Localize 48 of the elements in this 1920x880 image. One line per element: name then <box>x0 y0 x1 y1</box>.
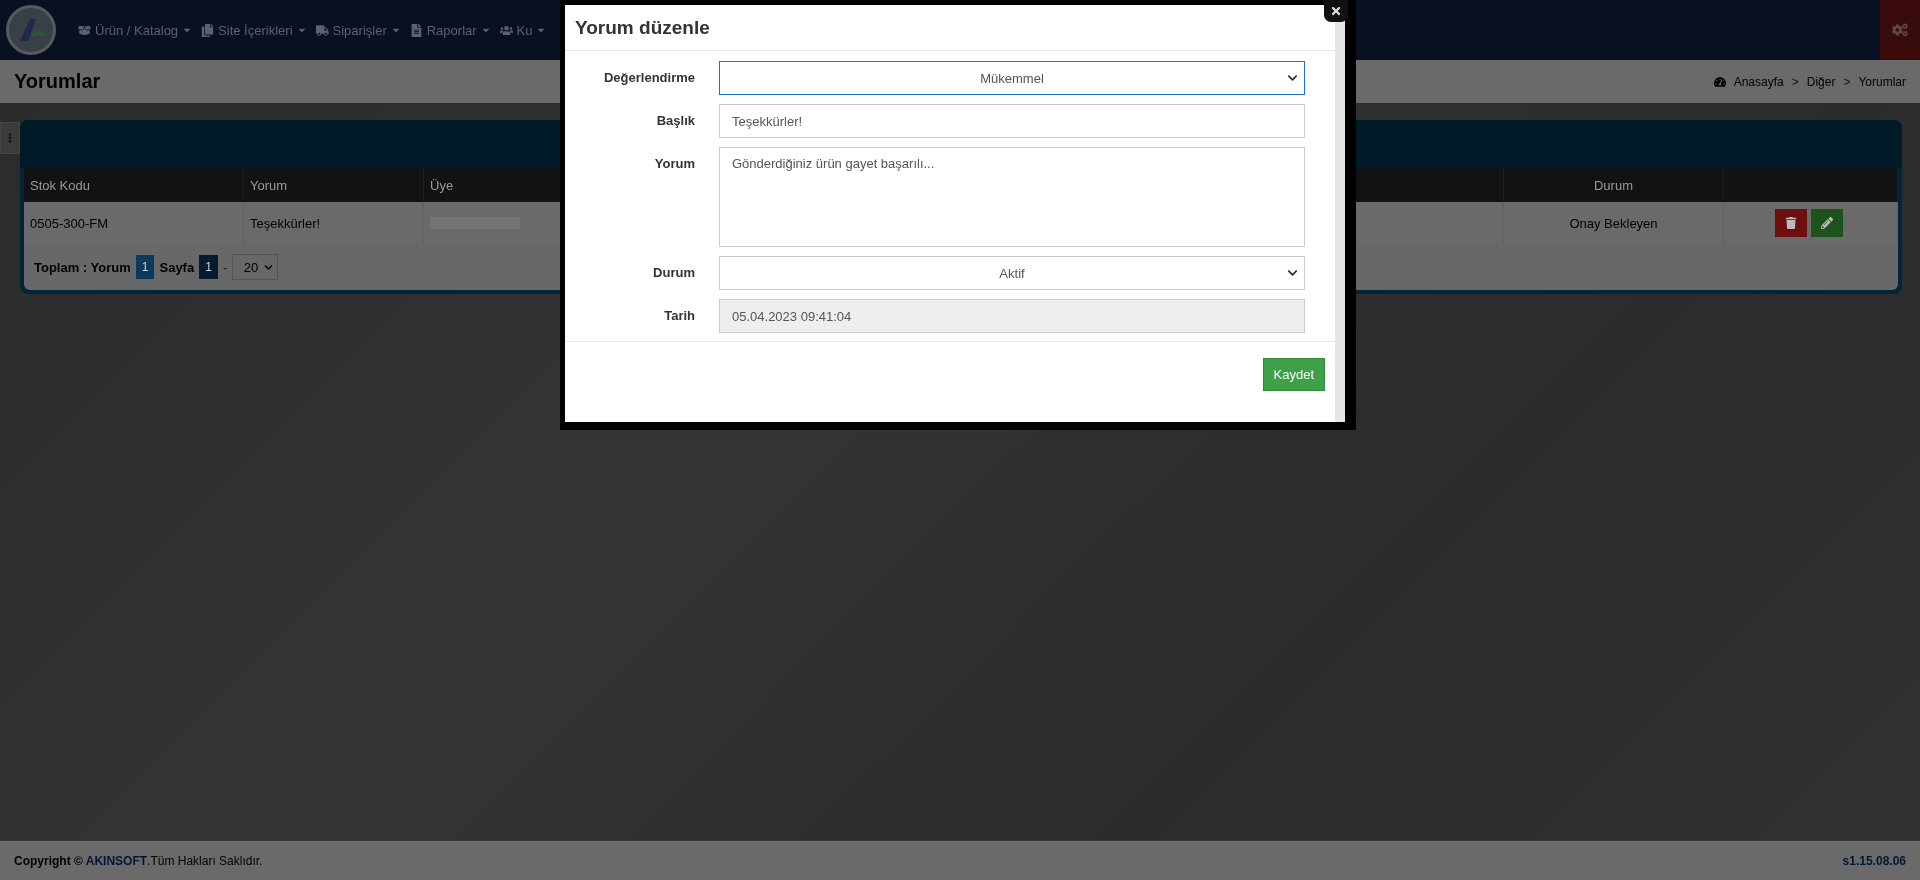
total-label: Toplam : Yorum <box>34 259 131 275</box>
brand-link[interactable]: AKINSOFT <box>85 853 148 868</box>
chevron-down-icon <box>1287 72 1298 84</box>
field-label: Başlık <box>655 112 695 130</box>
table-cell: Teşekkürler! <box>244 202 424 244</box>
total-count: 1 <box>135 255 155 279</box>
trash-icon <box>1784 217 1797 229</box>
edit-button[interactable] <box>1810 209 1843 237</box>
select-field[interactable]: Aktif <box>719 256 1305 290</box>
nav-menu-item[interactable]: Raporlar <box>409 22 491 38</box>
dashboard-icon <box>1713 75 1726 88</box>
page-number[interactable]: 1 <box>199 255 218 279</box>
page-size-select[interactable]: 20 <box>232 254 279 280</box>
chevron-down-icon <box>1287 267 1298 279</box>
modal-title: Yorum düzenle <box>575 16 710 39</box>
logo-icon[interactable] <box>6 5 56 55</box>
pages-icon <box>201 23 215 37</box>
nav-menu-item[interactable]: Ürün / Katalog <box>78 22 193 38</box>
breadcrumb-separator: > <box>1843 74 1851 89</box>
table-cell: 0505-300-FM <box>24 202 244 244</box>
box-icon <box>78 23 91 37</box>
pencil-icon <box>1820 217 1833 229</box>
users-icon <box>499 23 513 37</box>
nav-menu-item[interactable]: Siparişler <box>315 22 401 38</box>
delete-button[interactable] <box>1774 209 1807 237</box>
close-icon[interactable] <box>1324 0 1348 22</box>
page-label: Sayfa <box>159 259 195 275</box>
save-button[interactable]: Kaydet <box>1262 358 1325 391</box>
separator: - <box>222 259 228 275</box>
select-field[interactable]: Mükemmel <box>719 61 1305 95</box>
truck-icon <box>315 23 329 37</box>
document-icon <box>409 23 423 37</box>
input-field[interactable]: Teşekkürler! <box>719 104 1305 138</box>
breadcrumb-link[interactable]: Diğer <box>1806 74 1836 89</box>
breadcrumb-link[interactable]: Yorumlar <box>1858 74 1906 89</box>
textarea-field[interactable]: Gönderdiğiniz ürün gayet başarılı... <box>719 147 1305 247</box>
nav-menu-item[interactable]: Ku <box>499 22 547 38</box>
table-cell: Onay Bekleyen <box>1504 202 1724 244</box>
field-label: Değerlendirme <box>602 69 695 87</box>
page-title: Yorumlar <box>14 70 101 93</box>
copyright-text: Copyright © AKINSOFT.Tüm Hakları Saklıdır. <box>14 853 263 868</box>
breadcrumb-separator: > <box>1791 74 1799 89</box>
nav-menu-item[interactable]: Site İçerikleri <box>201 22 307 38</box>
breadcrumb-link[interactable]: Anasayfa <box>1733 74 1784 89</box>
version-text: s1.15.08.06 <box>1842 853 1906 868</box>
field-label: Tarih <box>663 307 695 325</box>
field-label: Durum <box>652 264 695 282</box>
chevron-down-icon <box>264 262 274 272</box>
